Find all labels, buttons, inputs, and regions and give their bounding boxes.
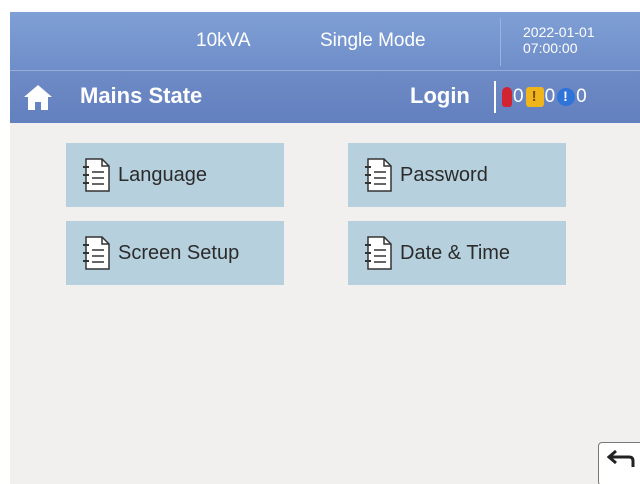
language-label: Language bbox=[118, 163, 207, 186]
date-time-display: 2022-01-01 07:00:00 bbox=[500, 18, 640, 66]
back-button[interactable] bbox=[598, 442, 640, 484]
top-bar: 10kVA Single Mode 2022-01-01 07:00:00 bbox=[10, 12, 640, 70]
warning-alarm-icon bbox=[525, 87, 544, 107]
document-list-icon bbox=[365, 158, 392, 192]
screen-setup-label: Screen Setup bbox=[118, 241, 240, 264]
language-button[interactable]: Language bbox=[66, 143, 284, 207]
screen-setup-button[interactable]: Screen Setup bbox=[66, 221, 284, 285]
password-button[interactable]: Password bbox=[348, 143, 566, 207]
document-list-icon bbox=[365, 236, 392, 270]
back-arrow-icon bbox=[606, 449, 635, 467]
device-screen: 10kVA Single Mode 2022-01-01 07:00:00 Ma… bbox=[10, 12, 640, 484]
document-list-icon bbox=[83, 236, 110, 270]
login-button[interactable]: Login bbox=[410, 83, 470, 109]
document-list-icon bbox=[83, 158, 110, 192]
info-alarm-count: 0 bbox=[576, 86, 587, 107]
system-state: Mains State bbox=[80, 83, 203, 108]
operating-mode: Single Mode bbox=[320, 30, 426, 51]
date-text: 2022-01-01 bbox=[523, 24, 595, 40]
critical-alarm-count: 0 bbox=[513, 86, 524, 107]
warning-alarm-count: 0 bbox=[544, 86, 556, 107]
password-label: Password bbox=[400, 163, 488, 186]
alarm-summary[interactable]: 0 0 0 bbox=[502, 85, 589, 109]
status-bar: Mains State Login 0 0 0 bbox=[10, 70, 640, 123]
home-icon[interactable] bbox=[22, 82, 54, 112]
critical-alarm-icon bbox=[502, 87, 512, 107]
time-text: 07:00:00 bbox=[523, 40, 578, 56]
date-time-label: Date & Time bbox=[400, 241, 511, 264]
power-rating: 10kVA bbox=[196, 30, 251, 51]
status-divider bbox=[494, 81, 496, 113]
info-alarm-icon bbox=[557, 88, 576, 106]
date-time-button[interactable]: Date & Time bbox=[348, 221, 566, 285]
